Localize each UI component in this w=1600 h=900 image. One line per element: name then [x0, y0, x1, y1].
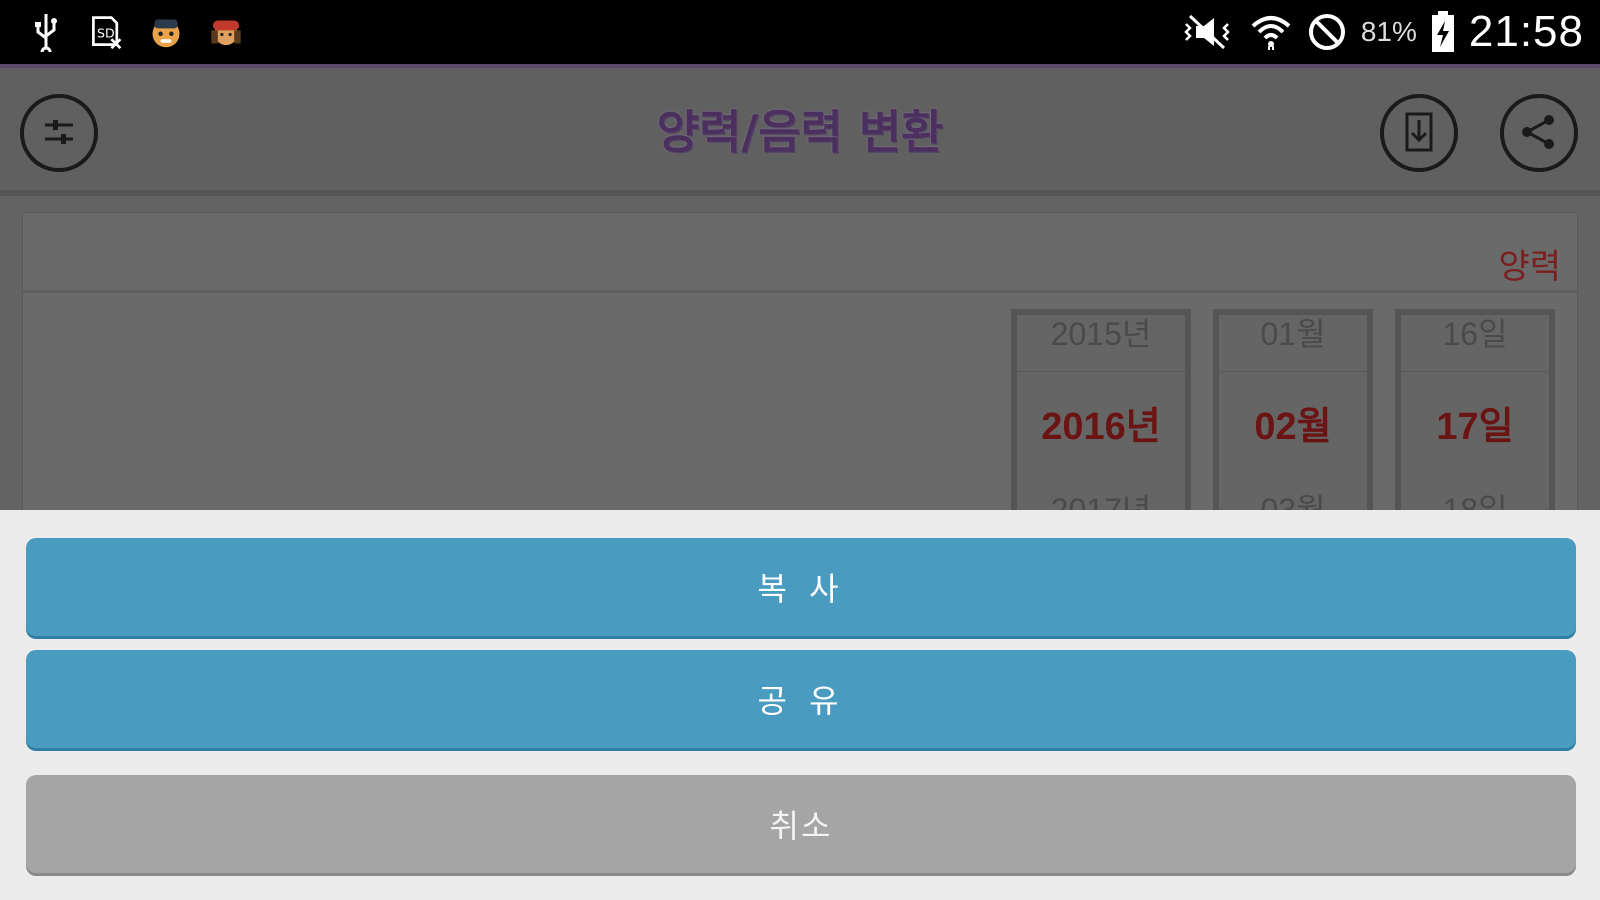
app-bar: 양력/음력 변환 [0, 68, 1600, 196]
avatar-2-icon [208, 14, 244, 50]
wifi-icon [1249, 14, 1293, 50]
day-prev[interactable]: 16일 [1401, 315, 1549, 355]
download-button[interactable] [1380, 94, 1458, 172]
usb-icon [28, 14, 64, 52]
avatar-1-icon [148, 14, 184, 50]
download-icon [1399, 110, 1439, 157]
month-selected[interactable]: 02월 [1219, 395, 1367, 450]
picker-divider [1219, 371, 1367, 372]
action-sheet: 복 사 공 유 취소 [0, 510, 1600, 900]
cancel-button[interactable]: 취소 [26, 775, 1576, 873]
do-not-disturb-icon [1305, 14, 1349, 50]
day-picker[interactable]: 16일 17일 18일 [1395, 309, 1555, 519]
battery-charging-icon [1429, 11, 1457, 52]
page-title: 양력/음력 변환 [656, 105, 944, 159]
battery-percent: 81% [1360, 16, 1417, 47]
month-picker[interactable]: 01월 02월 03월 [1213, 309, 1373, 519]
copy-button[interactable]: 복 사 [26, 538, 1576, 636]
year-selected[interactable]: 2016년 [1017, 395, 1185, 450]
status-bar-notifications: SD [28, 8, 244, 56]
app-screen: 양력/음력 변환 양력 2015년 2016년 2017년 01월 02월 03… [0, 68, 1600, 519]
year-picker[interactable]: 2015년 2016년 2017년 [1011, 309, 1191, 519]
svg-text:SD: SD [97, 25, 115, 40]
picker-divider [1017, 371, 1185, 372]
clock-time: 21:58 [1468, 7, 1584, 56]
vibrate-mute-icon [1177, 14, 1237, 50]
share-button[interactable] [1500, 94, 1578, 172]
share-action-button[interactable]: 공 유 [26, 650, 1576, 748]
share-icon [1517, 110, 1561, 157]
date-panel: 양력 2015년 2016년 2017년 01월 02월 03월 16일 17일… [22, 212, 1578, 519]
day-selected[interactable]: 17일 [1401, 395, 1549, 450]
sd-card-icon: SD [88, 14, 124, 50]
month-prev[interactable]: 01월 [1219, 315, 1367, 355]
calendar-type-label: 양력 [1498, 247, 1561, 287]
picker-divider [1401, 371, 1549, 372]
status-bar-system: 81% 21:58 [1177, 6, 1584, 58]
year-prev[interactable]: 2015년 [1017, 315, 1185, 355]
panel-header: 양력 [23, 213, 1577, 293]
status-bar: SD 81% 21:58 [0, 0, 1600, 64]
